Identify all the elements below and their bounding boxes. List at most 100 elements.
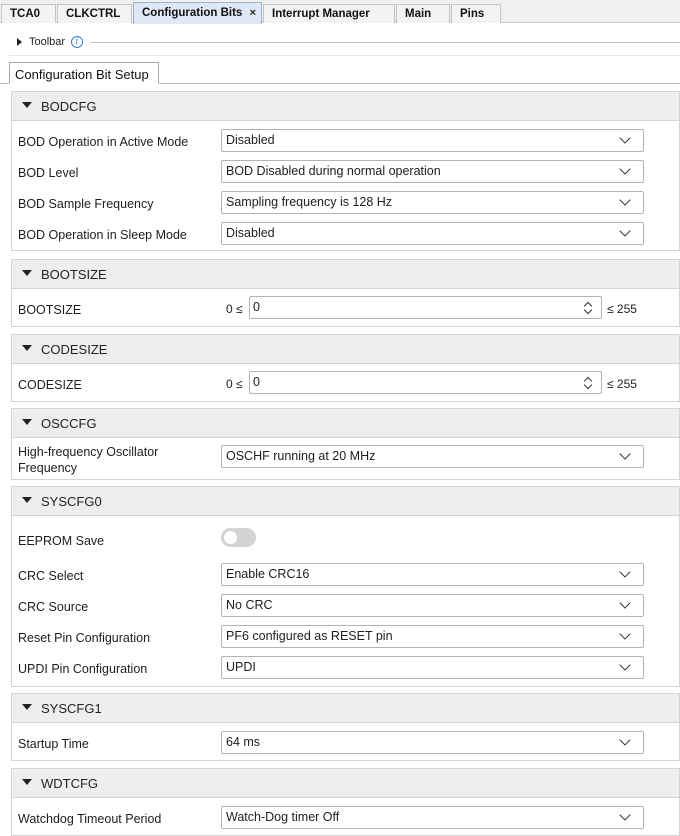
bootsize-stepper[interactable]: 0 xyxy=(249,296,602,319)
tab-label: Interrupt Manager xyxy=(272,8,370,20)
stepper-value: 0 xyxy=(253,300,260,314)
chevron-down-icon xyxy=(619,628,631,640)
dropdown-value: Sampling frequency is 128 Hz xyxy=(226,195,393,209)
tab-label: CLKCTRL xyxy=(66,8,121,20)
chevron-down-icon xyxy=(619,734,631,746)
setting-label: BOD Operation in Sleep Mode xyxy=(18,228,187,242)
info-icon[interactable]: i xyxy=(71,36,83,48)
expand-triangle-icon[interactable] xyxy=(17,38,22,46)
editor-tab-strip: TCA0 CLKCTRL Configuration Bits × Interr… xyxy=(0,0,680,24)
bod-sample-frequency-dropdown[interactable]: Sampling frequency is 128 Hz xyxy=(221,191,644,214)
chevron-down-icon xyxy=(619,132,631,144)
close-icon[interactable]: × xyxy=(250,7,256,19)
dropdown-value: 64 ms xyxy=(226,735,261,749)
dropdown-value: BOD Disabled during normal operation xyxy=(226,164,441,178)
range-min: 0 ≤ xyxy=(226,302,243,316)
dropdown-value: Enable CRC16 xyxy=(226,567,310,581)
setting-label: EEPROM Save xyxy=(18,534,105,548)
section-header[interactable]: WDTCFG xyxy=(12,769,679,798)
setting-label: BOD Sample Frequency xyxy=(18,197,154,211)
collapse-caret-icon[interactable] xyxy=(22,419,32,425)
bod-active-mode-dropdown[interactable]: Disabled xyxy=(221,129,644,152)
collapse-caret-icon[interactable] xyxy=(22,497,32,503)
watchdog-timeout-dropdown[interactable]: Watch-Dog timer Off xyxy=(221,806,644,829)
section-title: OSCCFG xyxy=(41,416,97,431)
dropdown-value: No CRC xyxy=(226,598,273,612)
oscillator-frequency-dropdown[interactable]: OSCHF running at 20 MHz xyxy=(221,445,644,468)
tab-main[interactable]: Main xyxy=(396,4,450,23)
toolbar-divider xyxy=(91,42,680,43)
setting-label: CRC Source xyxy=(18,600,89,614)
tab-label: Pins xyxy=(460,8,485,20)
section-header[interactable]: BOOTSIZE xyxy=(12,260,679,289)
section-header[interactable]: BODCFG xyxy=(12,92,679,121)
tab-label: TCA0 xyxy=(10,8,41,20)
tab-configuration-bit-setup[interactable]: Configuration Bit Setup xyxy=(9,62,159,84)
divider xyxy=(9,55,680,56)
eeprom-save-toggle[interactable] xyxy=(221,528,256,547)
tab-clkctrl[interactable]: CLKCTRL xyxy=(57,4,132,23)
setting-label: BOOTSIZE xyxy=(18,303,82,317)
section-bodcfg: BODCFG BOD Operation in Active Mode Disa… xyxy=(11,91,680,251)
section-title: SYSCFG1 xyxy=(41,701,102,716)
toolbar-label: Toolbar xyxy=(29,36,66,48)
setting-label: Reset Pin Configuration xyxy=(18,631,151,645)
section-header[interactable]: CODESIZE xyxy=(12,335,679,364)
dropdown-value: UPDI xyxy=(226,660,256,674)
crc-select-dropdown[interactable]: Enable CRC16 xyxy=(221,563,644,586)
chevron-down-icon xyxy=(619,566,631,578)
collapse-caret-icon[interactable] xyxy=(22,779,32,785)
toggle-knob xyxy=(224,531,237,544)
section-syscfg1: SYSCFG1 Startup Time 64 ms xyxy=(11,693,680,761)
chevron-down-icon xyxy=(619,163,631,175)
range-max: ≤ 255 xyxy=(607,377,637,391)
setting-label: UPDI Pin Configuration xyxy=(18,662,148,676)
dropdown-value: Disabled xyxy=(226,226,275,240)
collapse-caret-icon[interactable] xyxy=(22,270,32,276)
setting-label: BOD Operation in Active Mode xyxy=(18,135,189,149)
section-osccfg: OSCCFG High-frequency Oscillator Frequen… xyxy=(11,408,680,480)
dropdown-value: Watch-Dog timer Off xyxy=(226,810,340,824)
setting-label-line1: High-frequency Oscillator xyxy=(18,445,159,459)
section-header[interactable]: OSCCFG xyxy=(12,409,679,438)
section-title: CODESIZE xyxy=(41,342,108,357)
section-codesize: CODESIZE CODESIZE 0 ≤ 0 ≤ 255 xyxy=(11,334,680,402)
chevron-down-icon xyxy=(619,225,631,237)
bod-sleep-mode-dropdown[interactable]: Disabled xyxy=(221,222,644,245)
tab-label: Main xyxy=(405,8,432,20)
section-syscfg0: SYSCFG0 EEPROM Save CRC Select Enable CR… xyxy=(11,486,680,687)
collapse-caret-icon[interactable] xyxy=(22,102,32,108)
setting-label: BOD Level xyxy=(18,166,79,180)
reset-pin-dropdown[interactable]: PF6 configured as RESET pin xyxy=(221,625,644,648)
tab-tca0[interactable]: TCA0 xyxy=(1,4,56,23)
setting-label: CRC Select xyxy=(18,569,84,583)
section-wdtcfg: WDTCFG Watchdog Timeout Period Watch-Dog… xyxy=(11,768,680,836)
dropdown-value: PF6 configured as RESET pin xyxy=(226,629,393,643)
tab-configuration-bits[interactable]: Configuration Bits × xyxy=(133,2,262,24)
updi-pin-dropdown[interactable]: UPDI xyxy=(221,656,644,679)
setting-label: Watchdog Timeout Period xyxy=(18,812,162,826)
bod-level-dropdown[interactable]: BOD Disabled during normal operation xyxy=(221,160,644,183)
range-max: ≤ 255 xyxy=(607,302,637,316)
setting-label-line2: Frequency xyxy=(18,461,78,475)
tab-interrupt-manager[interactable]: Interrupt Manager xyxy=(263,4,395,23)
chevron-down-icon xyxy=(619,659,631,671)
startup-time-dropdown[interactable]: 64 ms xyxy=(221,731,644,754)
crc-source-dropdown[interactable]: No CRC xyxy=(221,594,644,617)
toolbar-header[interactable]: Toolbar i xyxy=(9,32,680,55)
collapse-caret-icon[interactable] xyxy=(22,345,32,351)
tab-label: Configuration Bits xyxy=(142,7,243,19)
section-title: BOOTSIZE xyxy=(41,267,107,282)
section-header[interactable]: SYSCFG1 xyxy=(12,694,679,723)
section-header[interactable]: SYSCFG0 xyxy=(12,487,679,516)
chevron-down-icon xyxy=(619,597,631,609)
tab-pins[interactable]: Pins xyxy=(451,4,501,23)
collapse-caret-icon[interactable] xyxy=(22,704,32,710)
chevron-down-icon xyxy=(619,448,631,460)
section-title: BODCFG xyxy=(41,99,97,114)
section-title: SYSCFG0 xyxy=(41,494,102,509)
codesize-stepper[interactable]: 0 xyxy=(249,371,602,394)
stepper-value: 0 xyxy=(253,375,260,389)
dropdown-value: OSCHF running at 20 MHz xyxy=(226,449,376,463)
section-bootsize: BOOTSIZE BOOTSIZE 0 ≤ 0 ≤ 255 xyxy=(11,259,680,327)
